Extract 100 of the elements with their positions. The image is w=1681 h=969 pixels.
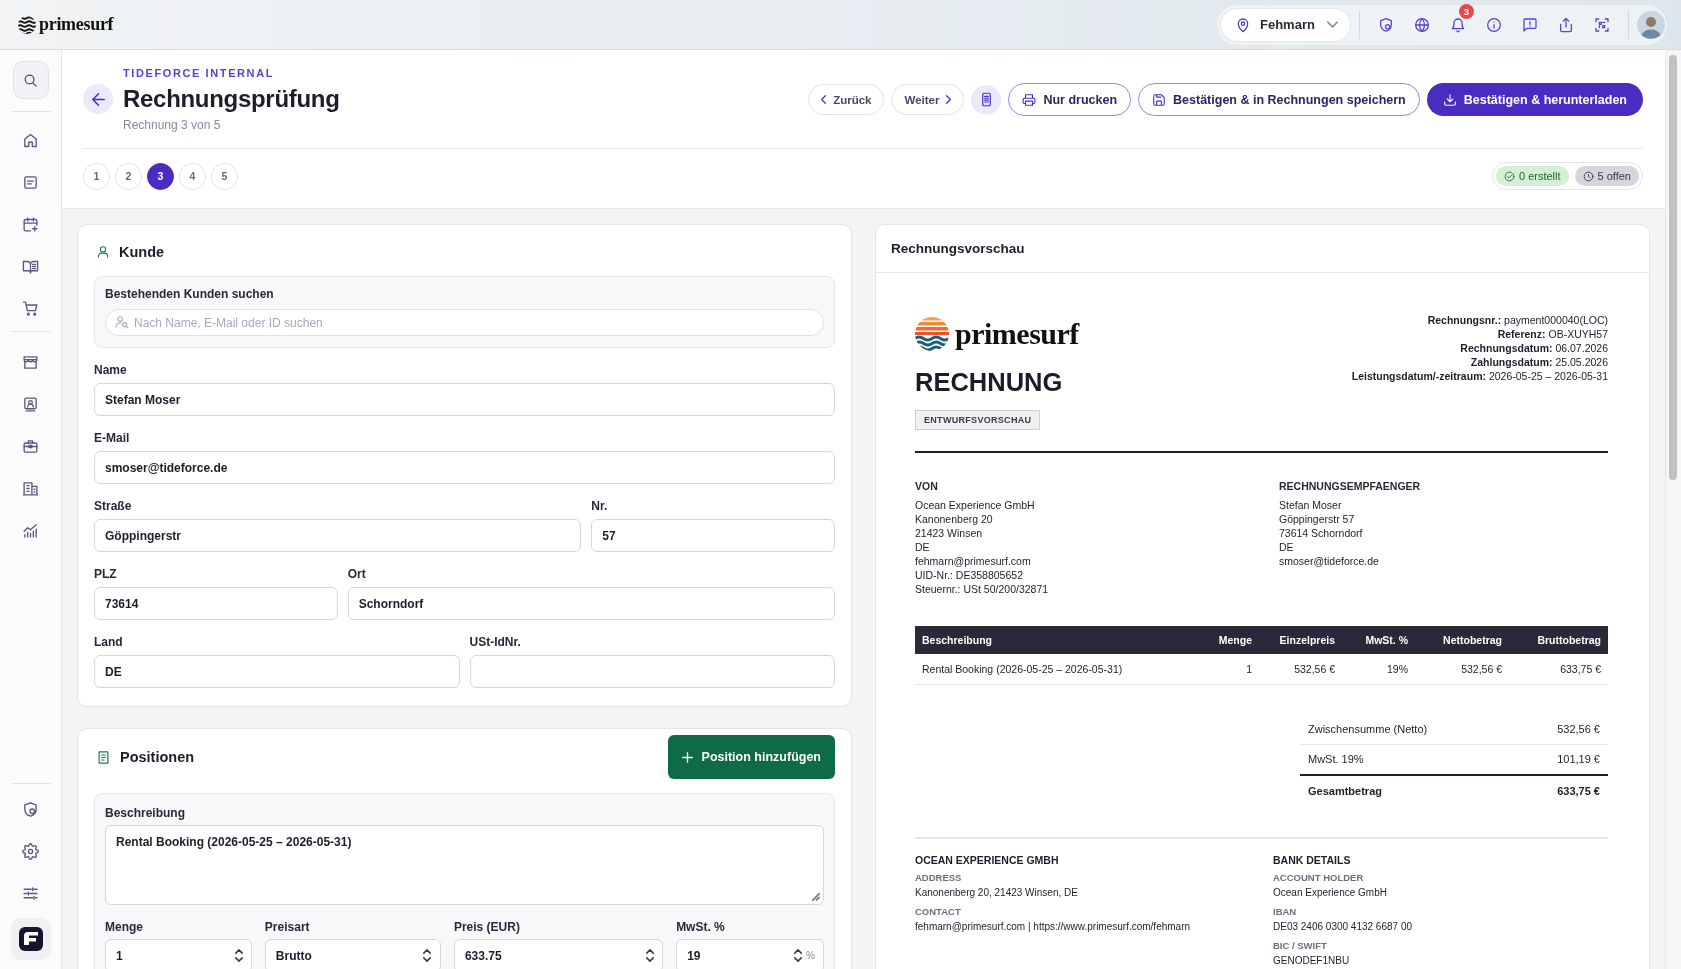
building-icon[interactable] [22, 479, 39, 497]
back-arrow-button[interactable] [83, 84, 113, 114]
address-line: Steuernr.: USt 50/200/32871 [915, 582, 1050, 596]
footer-value: DE03 2406 0300 4132 6687 00 [1273, 919, 1413, 934]
info-icon[interactable] [1486, 16, 1502, 33]
page-number-button[interactable]: 5 [211, 162, 238, 190]
table-cell: 633,75 € [1509, 654, 1608, 684]
brand-name[interactable]: primesurf [39, 14, 114, 35]
next-button[interactable]: Weiter [891, 84, 965, 115]
stepper-icon[interactable] [646, 949, 655, 962]
total-label: Gesamtbetrag [1308, 784, 1382, 797]
scan-icon[interactable] [1594, 16, 1610, 33]
section-title: Positionen [120, 749, 195, 765]
document-button[interactable] [971, 84, 1002, 115]
store-icon[interactable] [22, 353, 39, 371]
column-header: Menge [1190, 626, 1259, 654]
page-number-button[interactable]: 1 [83, 162, 110, 190]
select-field[interactable]: Brutto [264, 939, 441, 969]
shield-user-icon[interactable] [1378, 16, 1394, 33]
table-cell: 1 [1190, 654, 1259, 684]
footer-label: CONTACT [915, 904, 962, 919]
footer-label: IBAN [1273, 904, 1298, 919]
number-field[interactable]: 1 [105, 939, 252, 969]
app-logo-icon[interactable] [10, 918, 51, 960]
eyebrow-label: TIDEFORCE INTERNAL [123, 67, 276, 80]
stepper-icon[interactable] [794, 949, 802, 962]
chevron-down-icon [1327, 21, 1338, 28]
input-field[interactable]: DE [94, 655, 460, 688]
chart-icon[interactable] [22, 521, 39, 539]
meta-value: 2026-05-25 – 2026-05-31 [1488, 370, 1608, 382]
contact-card-icon[interactable] [22, 395, 39, 413]
chat-alert-icon[interactable] [1522, 16, 1538, 33]
field-label: Name [94, 363, 128, 378]
footer-value: fehmarn@primesurf.com | https://www.primesurf.com/fehmarn [915, 919, 1192, 934]
save-icon [1152, 92, 1167, 107]
save-button[interactable]: Bestätigen & in Rechnungen speichern [1138, 83, 1420, 116]
printer-icon [1022, 92, 1037, 107]
draft-badge: ENTWURFSVORSCHAU [915, 410, 1041, 430]
field-label: Menge [105, 920, 144, 935]
footer-value: Kanonenberg 20, 21423 Winsen, DE [915, 885, 1079, 900]
input-field[interactable]: Schorndorf [347, 587, 835, 620]
share-icon[interactable] [1558, 16, 1574, 33]
stepper-icon[interactable] [234, 949, 243, 962]
number-field[interactable]: 633.75 [453, 939, 664, 969]
party-heading: VON [915, 479, 939, 493]
cart-icon[interactable] [22, 299, 39, 317]
input-field[interactable]: 73614 [94, 587, 338, 620]
status-badge: 0 erstellt [1495, 166, 1569, 186]
input-field[interactable]: Stefan Moser [94, 383, 835, 416]
meta-label: Leistungsdatum/-zeitraum: [1351, 370, 1486, 382]
customer-search-field[interactable]: Nach Name, E-Mail oder ID suchen [105, 309, 824, 336]
notification-bell-icon[interactable] [1450, 16, 1466, 33]
chevron-right-icon [946, 95, 952, 104]
download-button[interactable]: Bestätigen & herunterladen [1426, 83, 1643, 116]
user-search-icon [115, 315, 129, 329]
address-line: DE [915, 540, 931, 554]
total-value: 633,75 € [1557, 784, 1600, 797]
field-label: E-Mail [94, 431, 131, 446]
check-circle-icon [1503, 170, 1515, 182]
back-button[interactable]: Zurück [808, 84, 885, 115]
description-field[interactable]: Rental Booking (2026-05-25 – 2026-05-31) [105, 825, 824, 905]
download-icon [1442, 92, 1457, 107]
footer-value: Ocean Experience GmbH [1273, 885, 1388, 900]
footer-label: ACCOUNT HOLDER [1273, 870, 1365, 885]
field-label: Preis (EUR) [453, 920, 521, 935]
address-line: Göppingerstr 57 [1279, 512, 1356, 526]
avatar[interactable] [1637, 10, 1665, 39]
field-label: Land [94, 635, 124, 650]
footer-value: GENODEF1NBU [1273, 953, 1351, 968]
scrollbar-thumb[interactable] [1669, 55, 1677, 480]
status-badge: 5 offen [1574, 166, 1639, 186]
page-number-button[interactable]: 2 [115, 162, 142, 190]
note-icon[interactable] [22, 173, 39, 191]
calendar-plus-icon[interactable] [22, 215, 39, 233]
search-button[interactable] [12, 61, 49, 99]
page-number-button[interactable]: 4 [179, 162, 206, 190]
location-selector[interactable]: Fehmarn [1220, 7, 1351, 42]
column-header: Einzelpreis [1259, 626, 1342, 654]
user-icon [96, 245, 110, 259]
input-field[interactable]: Göppingerstr [94, 519, 582, 552]
table-cell: 532,56 € [1259, 654, 1342, 684]
home-icon[interactable] [22, 131, 39, 149]
meta-value: 06.07.2026 [1555, 342, 1608, 354]
input-field[interactable] [469, 655, 835, 688]
globe-icon[interactable] [1414, 16, 1430, 33]
scrollbar[interactable] [1665, 50, 1681, 969]
sliders-icon[interactable] [22, 884, 39, 902]
briefcase-icon[interactable] [22, 437, 39, 455]
total-value: 532,56 € [1557, 722, 1600, 735]
page-number-button[interactable]: 3 [147, 162, 174, 190]
shield-user-icon[interactable] [22, 800, 39, 818]
input-field[interactable]: smoser@tideforce.de [94, 451, 835, 484]
address-line: fehmarn@primesurf.com [915, 554, 1032, 568]
print-button[interactable]: Nur drucken [1008, 83, 1132, 116]
add-position-button[interactable]: Position hinzufügen [667, 735, 835, 779]
resize-handle-icon[interactable] [811, 892, 820, 901]
meta-label: Rechnungsnr.: [1427, 314, 1502, 326]
brand-logo-icon [18, 15, 36, 34]
settings-icon[interactable] [22, 842, 39, 860]
input-field[interactable]: 57 [591, 519, 835, 552]
